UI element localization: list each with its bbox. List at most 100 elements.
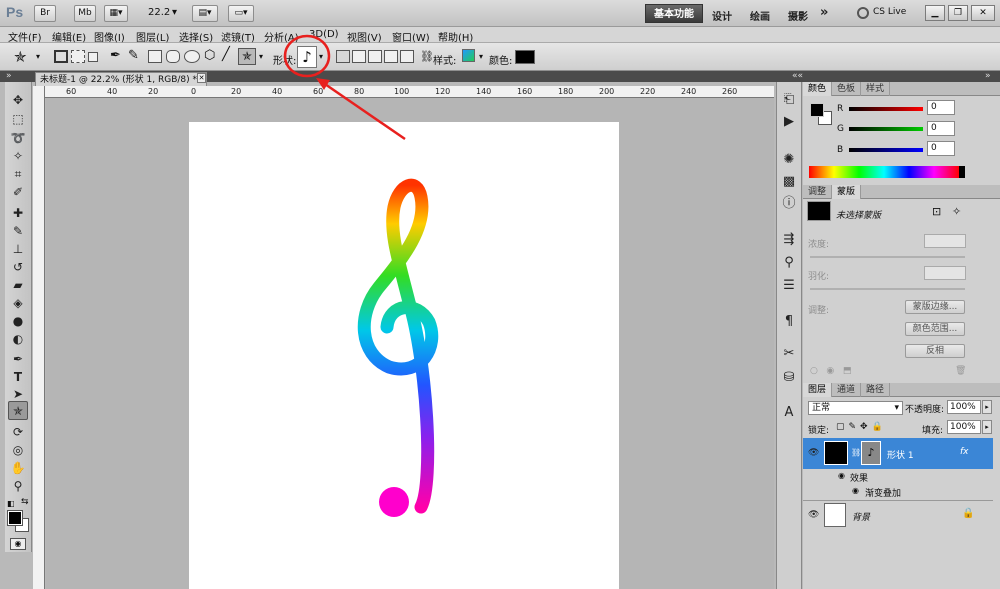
document-canvas[interactable]	[189, 122, 619, 589]
lasso-tool-icon[interactable]: ➰	[10, 130, 26, 146]
tab-styles[interactable]: 样式	[861, 82, 891, 96]
panel-fg-color-swatch[interactable]	[810, 103, 824, 117]
opacity-slider-button[interactable]: ▸	[982, 400, 992, 414]
pen-tool-icon[interactable]: ✒	[110, 48, 121, 63]
workspace-design[interactable]: 设计	[712, 8, 732, 23]
exclude-shape-button[interactable]	[400, 50, 414, 63]
red-slider[interactable]	[849, 107, 923, 111]
pen-tool-icon[interactable]: ✒	[10, 351, 26, 367]
shape-picker[interactable]: ♪	[297, 46, 317, 68]
brush-tool-icon[interactable]: ✎	[10, 223, 26, 239]
workspace-photography[interactable]: 摄影	[788, 8, 808, 23]
foreground-color-swatch[interactable]	[7, 510, 23, 526]
mask-delete-icon[interactable]: 🗑	[955, 366, 966, 376]
3d-orbit-tool-icon[interactable]: ◎	[10, 442, 26, 458]
geometry-options-dropdown-icon[interactable]: ▾	[259, 52, 263, 61]
swap-colors-icon[interactable]: ⇆	[21, 497, 29, 507]
pixel-mask-icon[interactable]: ⊡	[932, 205, 941, 218]
mini-bridge-button[interactable]: Mb	[74, 5, 96, 22]
marquee-tool-icon[interactable]: ⬚	[10, 111, 26, 127]
invert-button[interactable]: 反相	[905, 344, 965, 358]
blue-slider[interactable]	[849, 148, 923, 152]
custom-shape-tool-icon[interactable]: ✯	[10, 403, 26, 419]
fill-input[interactable]: 100%	[947, 420, 981, 434]
animation-panel-icon[interactable]: ▩	[780, 174, 798, 190]
tab-swatches[interactable]: 色板	[832, 82, 862, 96]
restore-button[interactable]: ❐	[948, 5, 968, 21]
menu-help[interactable]: 帮助(H)	[438, 29, 473, 44]
link-icon[interactable]: ⛓	[420, 50, 434, 63]
red-value-input[interactable]: 0	[927, 100, 955, 115]
brush-presets-icon[interactable]: ⇶	[780, 232, 798, 248]
paragraph-panel-icon[interactable]: ¶	[780, 314, 798, 330]
view-extras-button[interactable]: ▦▾	[104, 5, 128, 22]
blue-value-input[interactable]: 0	[927, 141, 955, 156]
close-document-icon[interactable]: ✕	[197, 73, 206, 83]
tab-color[interactable]: 颜色	[803, 82, 833, 96]
arrange-documents-button[interactable]: ▤▾	[192, 5, 218, 22]
zoom-level[interactable]: 22.2	[148, 7, 170, 18]
subtract-shape-button[interactable]	[368, 50, 382, 63]
spectrum-black[interactable]	[959, 166, 965, 178]
menu-layer[interactable]: 图层(L)	[136, 29, 169, 44]
fill-slider-button[interactable]: ▸	[982, 420, 992, 434]
move-tool-icon[interactable]: ✥	[10, 92, 26, 108]
menu-filter[interactable]: 滤镜(T)	[221, 29, 255, 44]
intersect-shape-button[interactable]	[384, 50, 398, 63]
clone-source-icon[interactable]: ⚲	[780, 255, 798, 271]
eyedropper-tool-icon[interactable]: ✐	[10, 184, 26, 200]
freeform-pen-icon[interactable]: ✎	[128, 48, 139, 63]
collapse-panels-icon[interactable]: »	[985, 71, 991, 81]
line-shape-icon[interactable]: ╱	[222, 47, 230, 62]
workspace-painting[interactable]: 绘画	[750, 8, 770, 23]
rounded-rectangle-shape-button[interactable]	[166, 50, 180, 63]
3d-panel-icon[interactable]: ✺	[780, 152, 798, 168]
screen-mode-button[interactable]: ▭▾	[228, 5, 254, 22]
bridge-button[interactable]: Br	[34, 5, 56, 22]
collapse-icons-icon[interactable]: ««	[792, 71, 803, 81]
custom-shape-button[interactable]: ✯	[238, 48, 256, 65]
workspace-essentials[interactable]: 基本功能	[645, 4, 703, 23]
paint-bucket-tool-icon[interactable]: ◈	[10, 295, 26, 311]
ellipse-shape-button[interactable]	[184, 50, 200, 63]
histogram-icon[interactable]: ☰	[780, 278, 798, 294]
shape-layers-mode-button[interactable]	[54, 50, 68, 63]
spot-healing-tool-icon[interactable]: ✚	[10, 205, 26, 221]
menu-analysis[interactable]: 分析(A)	[264, 29, 299, 44]
tab-adjustments[interactable]: 调整	[803, 185, 833, 199]
close-button[interactable]: ✕	[971, 5, 995, 21]
clone-stamp-tool-icon[interactable]: ⊥	[10, 241, 26, 257]
effects-eye-icon[interactable]: ◉	[838, 471, 845, 480]
tab-masks[interactable]: 蒙版	[832, 185, 862, 199]
lock-options-icons[interactable]: ▢✎✥🔒	[836, 422, 887, 432]
tool-presets-icon[interactable]: ✂	[780, 346, 798, 362]
character-panel-icon[interactable]: A	[780, 405, 798, 421]
type-tool-icon[interactable]: T	[10, 369, 26, 385]
blend-mode-select[interactable]: 正常 ▾	[808, 401, 903, 415]
3d-rotate-tool-icon[interactable]: ⟳	[10, 424, 26, 440]
tab-channels[interactable]: 通道	[832, 383, 862, 397]
dodge-tool-icon[interactable]: ◐	[10, 331, 26, 347]
background-layer-name[interactable]: 背景	[852, 510, 870, 523]
fill-pixels-mode-button[interactable]	[88, 52, 98, 62]
paths-mode-button[interactable]	[71, 50, 85, 63]
layer-name[interactable]: 形状 1	[887, 448, 914, 461]
mask-edge-button[interactable]: 蒙版边缘...	[905, 300, 965, 314]
layer-fx-icon[interactable]: fx	[960, 447, 969, 457]
style-swatch[interactable]	[462, 49, 475, 62]
history-brush-tool-icon[interactable]: ↺	[10, 259, 26, 275]
vector-mask-icon[interactable]: ✧	[952, 205, 961, 218]
menu-view[interactable]: 视图(V)	[347, 29, 382, 44]
style-dropdown-icon[interactable]: ▾	[479, 52, 483, 61]
notes-panel-icon[interactable]: ⛁	[780, 370, 798, 386]
zoom-tool-icon[interactable]: ⚲	[10, 478, 26, 494]
add-to-shape-button[interactable]	[352, 50, 366, 63]
tab-layers[interactable]: 图层	[803, 383, 833, 397]
menu-3d[interactable]: 3D(D)	[309, 29, 339, 40]
color-range-button[interactable]: 颜色范围...	[905, 322, 965, 336]
gradient-overlay-effect[interactable]: 渐变叠加	[865, 486, 901, 499]
default-colors-icon[interactable]: ◧	[7, 499, 15, 508]
color-spectrum-bar[interactable]	[809, 166, 959, 178]
actions-panel-icon[interactable]: ▶	[780, 114, 798, 130]
crop-tool-icon[interactable]: ⌗	[10, 166, 26, 182]
